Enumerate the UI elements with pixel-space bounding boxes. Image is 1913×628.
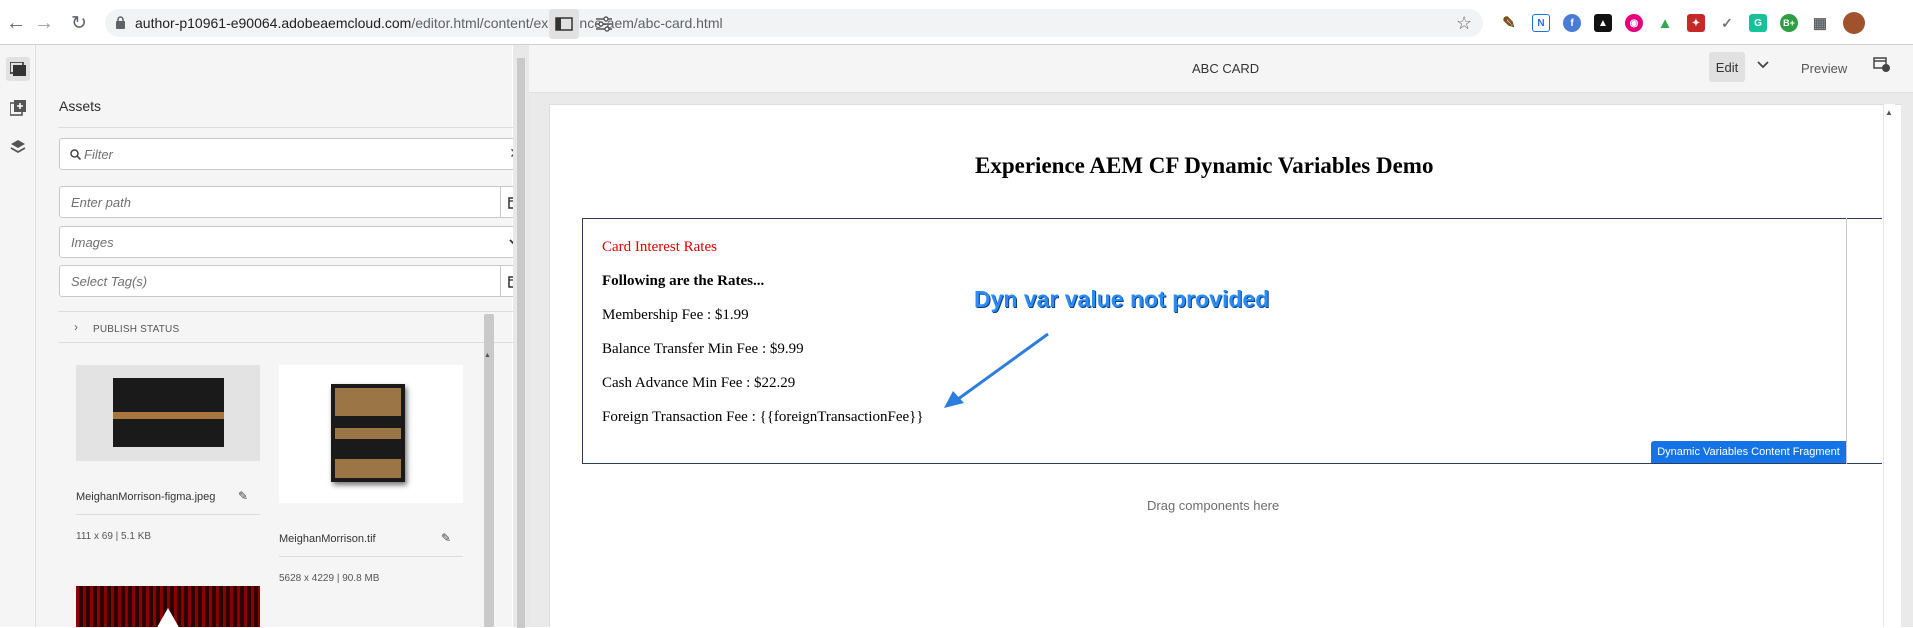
f-extension-icon[interactable]: f bbox=[1563, 14, 1581, 32]
asset-meta: 111 x 69 | 5.1 KB bbox=[76, 531, 152, 542]
publish-status-toggle[interactable]: PUBLISH STATUS bbox=[93, 324, 179, 335]
asset-type-select[interactable]: Images bbox=[59, 226, 532, 258]
divider bbox=[76, 514, 260, 515]
url-host: author-p10961-e90064.adobeaemcloud.com bbox=[135, 15, 412, 31]
filter-placeholder: Filter bbox=[84, 147, 113, 162]
drive-extension-icon[interactable]: ▲ bbox=[1656, 14, 1674, 32]
preview-button[interactable]: Preview bbox=[1801, 61, 1847, 76]
rates-intro: Following are the Rates... bbox=[602, 273, 765, 289]
layers-icon[interactable] bbox=[6, 135, 30, 159]
lock-icon bbox=[116, 16, 125, 29]
balance-transfer-fee: Balance Transfer Min Fee : $9.99 bbox=[602, 341, 804, 357]
panel-scrollbar[interactable] bbox=[484, 314, 494, 627]
canvas-scrollbar[interactable]: ▲ bbox=[1883, 104, 1895, 627]
page-title: ABC CARD bbox=[1192, 61, 1260, 76]
tags-field[interactable]: Select Tag(s) bbox=[59, 265, 532, 297]
toggle-side-panel-icon[interactable] bbox=[549, 9, 579, 39]
cash-advance-fee: Cash Advance Min Fee : $22.29 bbox=[602, 375, 796, 391]
annotation-text: Dyn var value not provided bbox=[974, 286, 1270, 312]
asset-type-value: Images bbox=[71, 235, 114, 250]
asset-image bbox=[113, 378, 224, 447]
grammarly-extension-icon[interactable]: G bbox=[1749, 14, 1767, 32]
tags-placeholder: Select Tag(s) bbox=[71, 274, 148, 289]
side-rail bbox=[0, 45, 36, 627]
edit-pencil-icon[interactable]: ✎ bbox=[441, 531, 451, 545]
chevron-right-icon[interactable]: › bbox=[74, 320, 78, 334]
panel-resizer[interactable] bbox=[513, 45, 529, 628]
divider bbox=[279, 556, 463, 557]
grid-extension-icon[interactable]: ✦ bbox=[1687, 14, 1705, 32]
panel-divider bbox=[58, 311, 534, 312]
page-properties-icon[interactable] bbox=[589, 9, 619, 39]
filter-input[interactable]: Filter ✕ bbox=[59, 138, 532, 170]
component-edge bbox=[1846, 218, 1847, 464]
eye-extension-icon[interactable]: ◉ bbox=[1625, 14, 1643, 32]
asset-meta: 5628 x 4229 | 90.8 MB bbox=[279, 573, 380, 584]
mode-chevron-icon[interactable] bbox=[1757, 56, 1769, 72]
hat-extension-icon[interactable]: ▲ bbox=[1594, 14, 1612, 32]
path-field[interactable]: Enter path bbox=[59, 186, 532, 218]
asset-thumbnail[interactable] bbox=[76, 365, 260, 461]
avatar[interactable] bbox=[1843, 12, 1865, 34]
search-icon bbox=[70, 149, 81, 160]
url-text: author-p10961-e90064.adobeaemcloud.com/e… bbox=[135, 15, 723, 31]
membership-fee: Membership Fee : $1.99 bbox=[602, 307, 749, 323]
assets-icon[interactable] bbox=[6, 57, 30, 81]
asset-image bbox=[331, 384, 405, 482]
drag-components-placeholder[interactable]: Drag components here bbox=[1147, 498, 1279, 513]
page-heading: Experience AEM CF Dynamic Variables Demo bbox=[975, 153, 1434, 178]
path-placeholder: Enter path bbox=[71, 195, 131, 210]
reload-icon[interactable]: ↻ bbox=[66, 10, 92, 36]
foreign-transaction-fee: Foreign Transaction Fee : {{foreignTrans… bbox=[602, 409, 924, 425]
panel-divider bbox=[58, 342, 534, 343]
b-extension-icon[interactable]: B+ bbox=[1780, 14, 1798, 32]
panel-title: Assets bbox=[59, 98, 102, 114]
asset-thumbnail[interactable] bbox=[279, 365, 463, 503]
back-icon[interactable]: ← bbox=[3, 10, 29, 36]
components-icon[interactable] bbox=[6, 96, 30, 120]
check-extension-icon[interactable]: ✓ bbox=[1718, 14, 1736, 32]
emulator-icon[interactable] bbox=[1873, 57, 1891, 78]
pen-extension-icon[interactable]: ✎ bbox=[1500, 14, 1518, 32]
edit-mode-button[interactable]: Edit bbox=[1709, 52, 1745, 82]
star-icon[interactable]: ☆ bbox=[1456, 13, 1472, 34]
asset-thumbnail[interactable] bbox=[76, 586, 260, 627]
asset-name[interactable]: MeighanMorrison.tif bbox=[279, 533, 376, 545]
component-label-badge[interactable]: Dynamic Variables Content Fragment bbox=[1651, 441, 1846, 463]
rates-title: Card Interest Rates bbox=[602, 239, 717, 255]
n-extension-icon[interactable]: N bbox=[1532, 14, 1550, 32]
edit-pencil-icon[interactable]: ✎ bbox=[238, 489, 248, 503]
forward-icon[interactable]: → bbox=[31, 10, 57, 36]
scroll-up-arrow[interactable]: ▲ bbox=[484, 352, 491, 359]
panel-divider bbox=[58, 127, 534, 128]
asset-name[interactable]: MeighanMorrison-figma.jpeg bbox=[76, 491, 215, 503]
puzzle-icon[interactable]: ▦ bbox=[1811, 14, 1829, 32]
annotation-arrow bbox=[944, 332, 1049, 408]
